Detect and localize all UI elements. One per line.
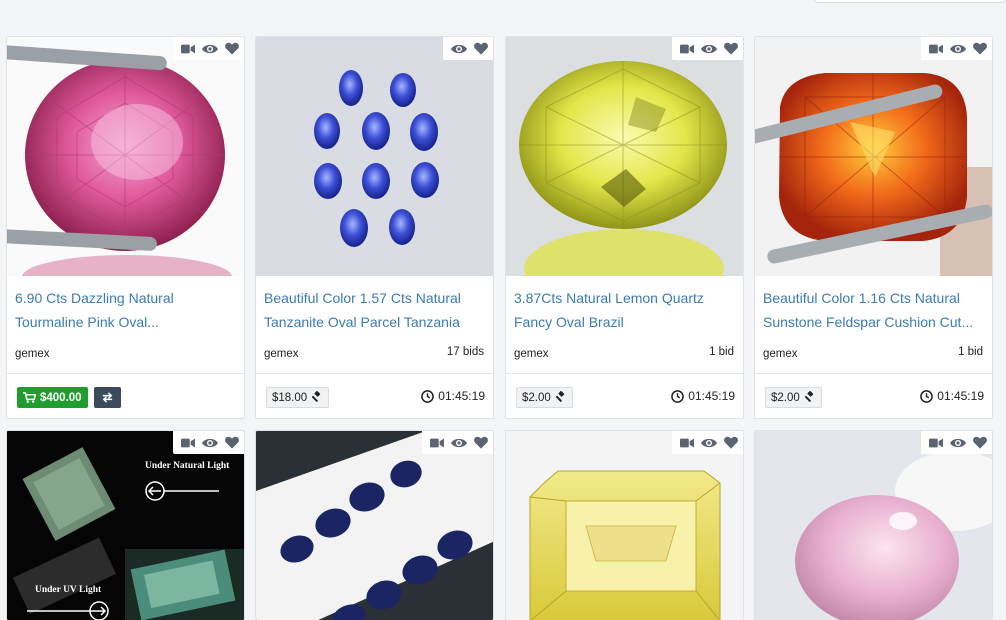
video-icon[interactable] — [929, 43, 943, 55]
listing-card[interactable]: Beautiful Color 1.57 Cts Natural Tanzani… — [255, 36, 494, 419]
card-footer: $2.00 01:45:19 — [755, 373, 992, 418]
card-actions — [443, 37, 493, 60]
caption-natural-light: Under Natural Light — [145, 461, 230, 471]
top-bar — [0, 0, 1006, 30]
card-actions — [672, 37, 743, 60]
current-bid[interactable]: $18.00 — [266, 387, 330, 408]
listing-title[interactable]: 6.90 Cts Dazzling Natural Tourmaline Pin… — [15, 286, 237, 334]
video-icon[interactable] — [929, 437, 943, 449]
heart-icon[interactable] — [724, 42, 738, 55]
listing-card[interactable]: 6.90 Cts Dazzling Natural Tourmaline Pin… — [6, 36, 245, 419]
card-footer: $400.00 — [7, 373, 244, 418]
buy-now-button[interactable]: $400.00 — [17, 387, 88, 408]
heart-icon[interactable] — [225, 42, 239, 55]
card-footer: $18.00 01:45:19 — [256, 373, 493, 418]
eye-icon[interactable] — [451, 43, 467, 55]
card-actions — [921, 431, 992, 454]
time-left: 01:45:19 — [688, 389, 735, 403]
gavel-icon — [803, 391, 816, 404]
eye-icon[interactable] — [202, 437, 218, 449]
product-image[interactable] — [755, 431, 992, 620]
countdown: 01:45:19 — [671, 389, 735, 403]
seller-name[interactable]: gemex — [763, 348, 798, 360]
seller-name[interactable]: gemex — [514, 348, 549, 360]
countdown: 01:45:19 — [421, 389, 485, 403]
listing-card[interactable]: Beautiful Color 1.16 Cts Natural Sunston… — [754, 36, 993, 419]
product-image[interactable] — [256, 431, 493, 620]
heart-icon[interactable] — [225, 436, 239, 449]
eye-icon[interactable] — [701, 43, 717, 55]
product-image[interactable] — [755, 37, 992, 276]
video-icon[interactable] — [680, 437, 694, 449]
clock-icon — [421, 390, 434, 403]
video-icon[interactable] — [680, 43, 694, 55]
caption-uv-light: Under UV Light — [35, 585, 102, 595]
seller-name[interactable]: gemex — [264, 348, 299, 360]
card-actions — [672, 431, 743, 454]
eye-icon[interactable] — [950, 43, 966, 55]
bid-count: 17 bids — [446, 346, 484, 358]
heart-icon[interactable] — [973, 42, 987, 55]
product-image[interactable]: Under Natural Light Under UV Light — [7, 431, 244, 620]
card-actions — [173, 37, 244, 60]
product-image[interactable] — [506, 37, 743, 276]
listing-card[interactable] — [255, 430, 494, 620]
price-value: $2.00 — [522, 391, 551, 404]
card-footer: $2.00 01:45:19 — [506, 373, 743, 418]
current-bid[interactable]: $2.00 — [516, 387, 573, 408]
swap-icon — [101, 391, 114, 404]
video-icon[interactable] — [430, 437, 444, 449]
eye-icon[interactable] — [950, 437, 966, 449]
clock-icon — [671, 390, 684, 403]
price-value: $18.00 — [272, 391, 308, 404]
exchange-button[interactable] — [94, 387, 121, 408]
top-control[interactable] — [814, 0, 1006, 3]
listing-title[interactable]: Beautiful Color 1.16 Cts Natural Sunston… — [763, 286, 985, 334]
video-icon[interactable] — [181, 43, 195, 55]
current-bid[interactable]: $2.00 — [765, 387, 822, 408]
time-left: 01:45:19 — [438, 389, 485, 403]
listing-card[interactable] — [754, 430, 993, 620]
price-value: $2.00 — [771, 391, 800, 404]
gavel-icon — [310, 391, 323, 404]
listing-title[interactable]: Beautiful Color 1.57 Cts Natural Tanzani… — [264, 286, 486, 334]
heart-icon[interactable] — [973, 436, 987, 449]
listing-card[interactable]: 3.87Cts Natural Lemon Quartz Fancy Oval … — [505, 36, 744, 419]
video-icon[interactable] — [181, 437, 195, 449]
listing-card[interactable]: Under Natural Light Under UV Light — [6, 430, 245, 620]
time-left: 01:45:19 — [937, 389, 984, 403]
card-actions — [173, 431, 244, 454]
listing-title[interactable]: 3.87Cts Natural Lemon Quartz Fancy Oval … — [514, 286, 736, 334]
buy-now-price: $400.00 — [40, 391, 82, 404]
seller-name[interactable]: gemex — [15, 348, 50, 360]
countdown: 01:45:19 — [920, 389, 984, 403]
eye-icon[interactable] — [451, 437, 467, 449]
eye-icon[interactable] — [202, 43, 218, 55]
bid-count: 1 bid — [709, 346, 734, 358]
bid-count: 1 bid — [958, 346, 983, 358]
cart-icon — [23, 392, 36, 403]
listing-card[interactable] — [505, 430, 744, 620]
card-actions — [422, 431, 493, 454]
clock-icon — [920, 390, 933, 403]
product-image[interactable] — [7, 37, 244, 276]
product-image[interactable] — [506, 431, 743, 620]
heart-icon[interactable] — [474, 436, 488, 449]
heart-icon[interactable] — [474, 42, 488, 55]
card-actions — [921, 37, 992, 60]
eye-icon[interactable] — [701, 437, 717, 449]
product-image[interactable] — [256, 37, 493, 276]
heart-icon[interactable] — [724, 436, 738, 449]
gavel-icon — [554, 391, 567, 404]
